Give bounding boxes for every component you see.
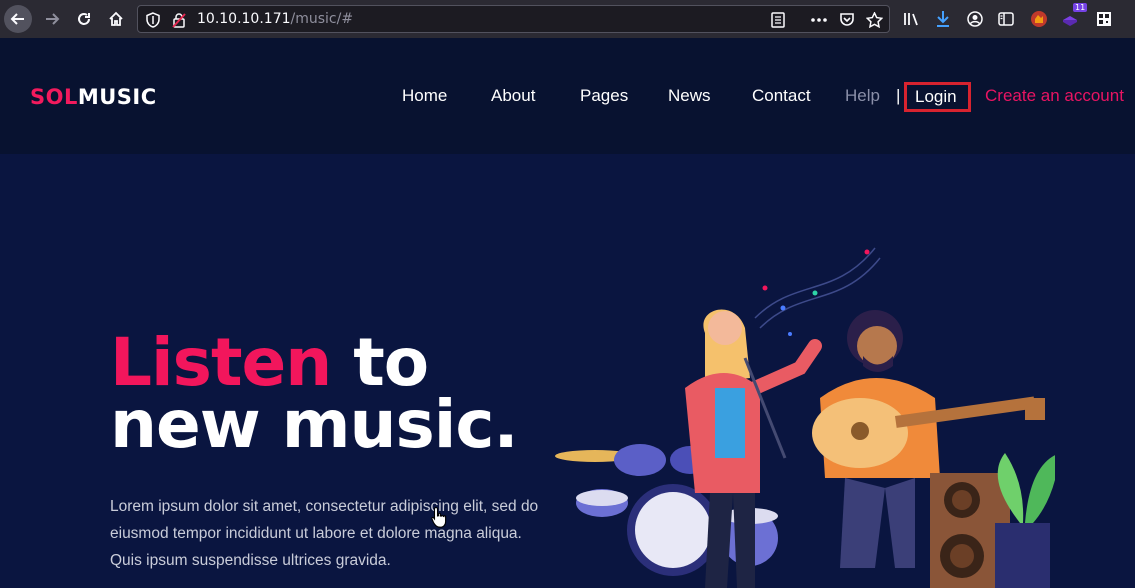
- download-icon[interactable]: [933, 9, 953, 29]
- pocket-icon[interactable]: [839, 12, 855, 32]
- qr-icon[interactable]: [1094, 9, 1114, 29]
- hand-cursor-icon: [431, 506, 447, 528]
- url-bar[interactable]: 10.10.10.171/music/#: [137, 5, 890, 33]
- hero-paragraph: Lorem ipsum dolor sit amet, consectetur …: [110, 498, 539, 569]
- insecure-lock-icon[interactable]: [172, 12, 186, 32]
- extension-badge-icon[interactable]: 11: [1061, 3, 1088, 29]
- shield-icon[interactable]: [146, 12, 160, 32]
- login-link[interactable]: Login: [915, 87, 957, 107]
- nav-news[interactable]: News: [668, 86, 711, 106]
- nav-separator: |: [896, 86, 901, 105]
- more-icon[interactable]: [810, 12, 828, 32]
- site-header: SOLMUSIC Home About Pages News Contact H…: [0, 38, 1135, 154]
- logo-music: MUSIC: [77, 85, 157, 109]
- home-icon[interactable]: [102, 5, 130, 33]
- logo-sol: SOL: [30, 85, 78, 109]
- hero-title-line2: new music.: [110, 386, 519, 463]
- band-illustration: [555, 247, 1055, 588]
- nav-home[interactable]: Home: [402, 86, 447, 106]
- forward-icon[interactable]: [38, 5, 66, 33]
- account-icon[interactable]: [965, 9, 985, 29]
- nav-help[interactable]: Help: [845, 86, 880, 106]
- reload-icon[interactable]: [70, 5, 98, 33]
- back-icon[interactable]: [4, 5, 32, 33]
- create-account-link[interactable]: Create an account: [985, 86, 1124, 106]
- nav-pages[interactable]: Pages: [580, 86, 628, 106]
- hero-title: Listen to new music.: [110, 330, 519, 458]
- nav-about[interactable]: About: [491, 86, 535, 106]
- reader-view-icon[interactable]: [771, 12, 785, 32]
- url-text[interactable]: 10.10.10.171/music/#: [197, 11, 353, 27]
- bookmark-star-icon[interactable]: [865, 11, 884, 32]
- sidebar-icon[interactable]: [996, 9, 1016, 29]
- extension-icon[interactable]: [1029, 9, 1049, 29]
- browser-toolbar: 10.10.10.171/music/# 11: [0, 0, 1135, 38]
- library-icon[interactable]: [902, 9, 922, 29]
- nav-contact[interactable]: Contact: [752, 86, 811, 106]
- url-host: 10.10.10.171: [197, 11, 291, 27]
- extension-badge-count: 11: [1073, 3, 1088, 12]
- url-path: /music/#: [290, 11, 354, 27]
- site-logo[interactable]: SOLMUSIC: [30, 85, 157, 109]
